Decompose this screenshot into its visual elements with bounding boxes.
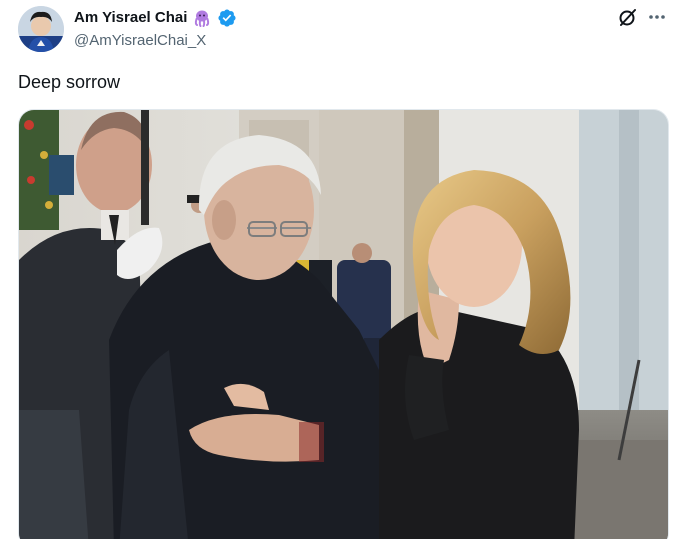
author-avatar[interactable] [18,6,64,52]
author-name-row: Am Yisrael Chai [74,7,237,29]
photo-image [19,110,668,539]
author-display-name[interactable]: Am Yisrael Chai [74,8,187,28]
more-horizontal-icon [649,15,665,19]
grok-icon [619,9,636,26]
tweet-text: Deep sorrow [18,72,121,92]
more-options-button[interactable] [646,6,668,28]
octopus-emoji-icon [192,8,212,28]
tweet-photo[interactable] [18,109,669,539]
grok-button[interactable] [617,6,639,28]
avatar-image [18,6,64,52]
verified-badge-icon[interactable] [217,8,237,28]
tweet-card: Am Yisrael Chai @AmYisraelChai_X Deep so… [0,0,682,539]
author-handle[interactable]: @AmYisraelChai_X [74,31,206,51]
